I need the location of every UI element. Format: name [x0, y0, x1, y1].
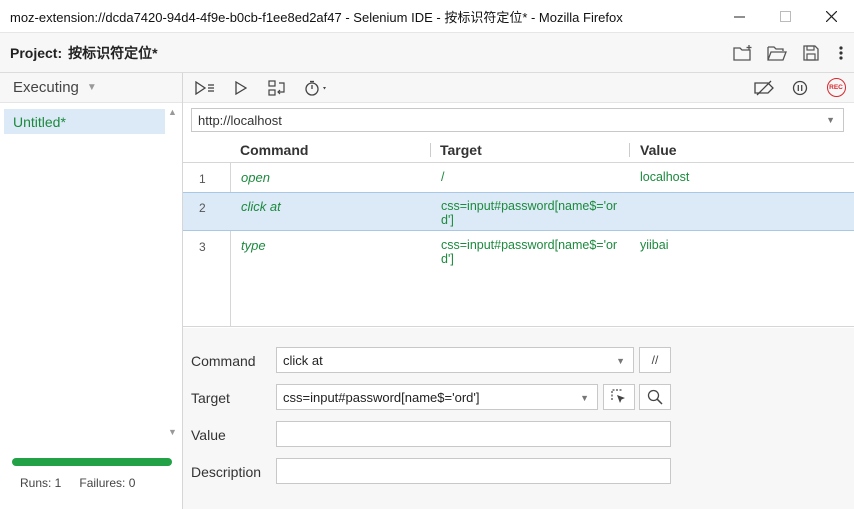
- step-icon: [268, 79, 285, 96]
- target-input-value: css=input#password[name$='ord']: [283, 389, 480, 405]
- chevron-down-icon[interactable]: ▼: [616, 356, 625, 366]
- value-input[interactable]: [276, 421, 671, 447]
- row-number: 3: [199, 240, 206, 254]
- breakpoint-off-icon: [754, 80, 774, 95]
- row-value: localhost: [640, 170, 690, 184]
- minimize-button[interactable]: [716, 0, 762, 33]
- row-target: css=input#password[name$='ord']: [441, 238, 618, 266]
- description-label: Description: [191, 464, 262, 480]
- scroll-down-arrow-icon[interactable]: ▼: [168, 427, 177, 437]
- window-title: moz-extension://dcda7420-94d4-4f9e-b0cb-…: [10, 9, 623, 25]
- base-url-input[interactable]: http://localhost ▼: [191, 108, 844, 132]
- stopwatch-icon: [305, 80, 326, 96]
- table-row[interactable]: 3 type css=input#password[name$='ord'] y…: [183, 232, 854, 272]
- chevron-down-icon[interactable]: ▼: [580, 393, 589, 403]
- column-divider[interactable]: [629, 143, 630, 157]
- new-project-button[interactable]: [726, 33, 760, 73]
- find-target-button[interactable]: [639, 384, 671, 410]
- executing-dropdown[interactable]: Executing ▼: [0, 73, 182, 103]
- command-editor: Command click at ▼ // Target css=input#p…: [183, 328, 854, 509]
- column-divider[interactable]: [430, 143, 431, 157]
- save-icon: [803, 44, 819, 61]
- run-all-tests-button[interactable]: [187, 73, 223, 103]
- row-value: yiibai: [640, 238, 669, 252]
- play-icon: [235, 80, 247, 95]
- base-url-value: http://localhost: [198, 112, 282, 128]
- search-icon: [647, 389, 663, 405]
- run-stats: Runs: 1 Failures: 0: [20, 476, 135, 490]
- window-titlebar: moz-extension://dcda7420-94d4-4f9e-b0cb-…: [0, 0, 854, 33]
- project-bar: Project: 按标识符定位*: [0, 33, 854, 73]
- close-icon: [825, 10, 837, 22]
- target-input[interactable]: css=input#password[name$='ord'] ▼: [276, 384, 598, 410]
- row-command: type: [241, 238, 266, 253]
- command-input[interactable]: click at ▼: [276, 347, 634, 373]
- commands-table: Command Target Value 1 open / localhost …: [183, 137, 854, 327]
- pause-on-exceptions-button[interactable]: [782, 73, 818, 103]
- chevron-down-icon: ▼: [86, 82, 97, 93]
- target-label: Target: [191, 390, 230, 406]
- select-target-button[interactable]: [603, 384, 635, 410]
- header-value: Value: [640, 142, 677, 158]
- project-name[interactable]: 按标识符定位*: [62, 43, 157, 63]
- scroll-up-arrow-icon[interactable]: ▲: [168, 107, 177, 117]
- more-options-button[interactable]: [828, 33, 854, 73]
- run-progress-bar: [12, 458, 172, 466]
- row-command: open: [241, 170, 270, 185]
- row-target: css=input#password[name$='ord']: [441, 199, 618, 227]
- value-label: Value: [191, 427, 226, 443]
- step-over-button[interactable]: [259, 73, 295, 103]
- open-folder-icon: [767, 45, 787, 61]
- open-project-button[interactable]: [760, 33, 794, 73]
- row-number: 1: [199, 172, 206, 186]
- toggle-comment-button[interactable]: //: [639, 347, 671, 373]
- project-label: Project:: [10, 44, 63, 61]
- command-label: Command: [191, 353, 256, 369]
- main-panel: REC http://localhost ▼ Command Target Va…: [183, 73, 854, 509]
- save-project-button[interactable]: [794, 33, 828, 73]
- maximize-icon: [779, 10, 791, 22]
- chevron-down-icon[interactable]: ▼: [826, 115, 835, 125]
- record-button[interactable]: REC: [818, 73, 854, 103]
- disable-breakpoints-button[interactable]: [746, 73, 782, 103]
- maximize-button[interactable]: [762, 0, 808, 33]
- row-command: click at: [241, 199, 281, 214]
- test-speed-button[interactable]: [295, 73, 339, 103]
- failures-count: Failures: 0: [79, 476, 136, 490]
- run-current-test-button[interactable]: [223, 73, 259, 103]
- run-toolbar: REC: [183, 73, 854, 103]
- description-input[interactable]: [276, 458, 671, 484]
- run-all-icon: [195, 80, 214, 95]
- pause-icon: [792, 80, 808, 95]
- test-sidebar: Executing ▼ Untitled* ▲ ▼ Runs: 1 Failur…: [0, 73, 183, 509]
- table-row-selected[interactable]: 2 click at css=input#password[name$='ord…: [183, 192, 854, 231]
- header-command: Command: [240, 142, 309, 158]
- table-header: Command Target Value: [183, 137, 854, 163]
- test-item-untitled[interactable]: Untitled*: [4, 109, 165, 134]
- runs-count: Runs: 1: [20, 476, 62, 490]
- close-window-button[interactable]: [808, 0, 854, 33]
- command-input-value: click at: [283, 352, 323, 368]
- header-target: Target: [440, 142, 482, 158]
- executing-label: Executing: [13, 79, 79, 96]
- kebab-menu-icon: [839, 45, 843, 60]
- table-row[interactable]: 1 open / localhost: [183, 164, 854, 192]
- minimize-icon: [733, 16, 745, 17]
- row-target: /: [441, 170, 445, 184]
- record-icon: REC: [826, 78, 846, 97]
- new-folder-icon: [733, 44, 752, 61]
- row-number: 2: [199, 201, 206, 215]
- select-target-icon: [611, 389, 625, 403]
